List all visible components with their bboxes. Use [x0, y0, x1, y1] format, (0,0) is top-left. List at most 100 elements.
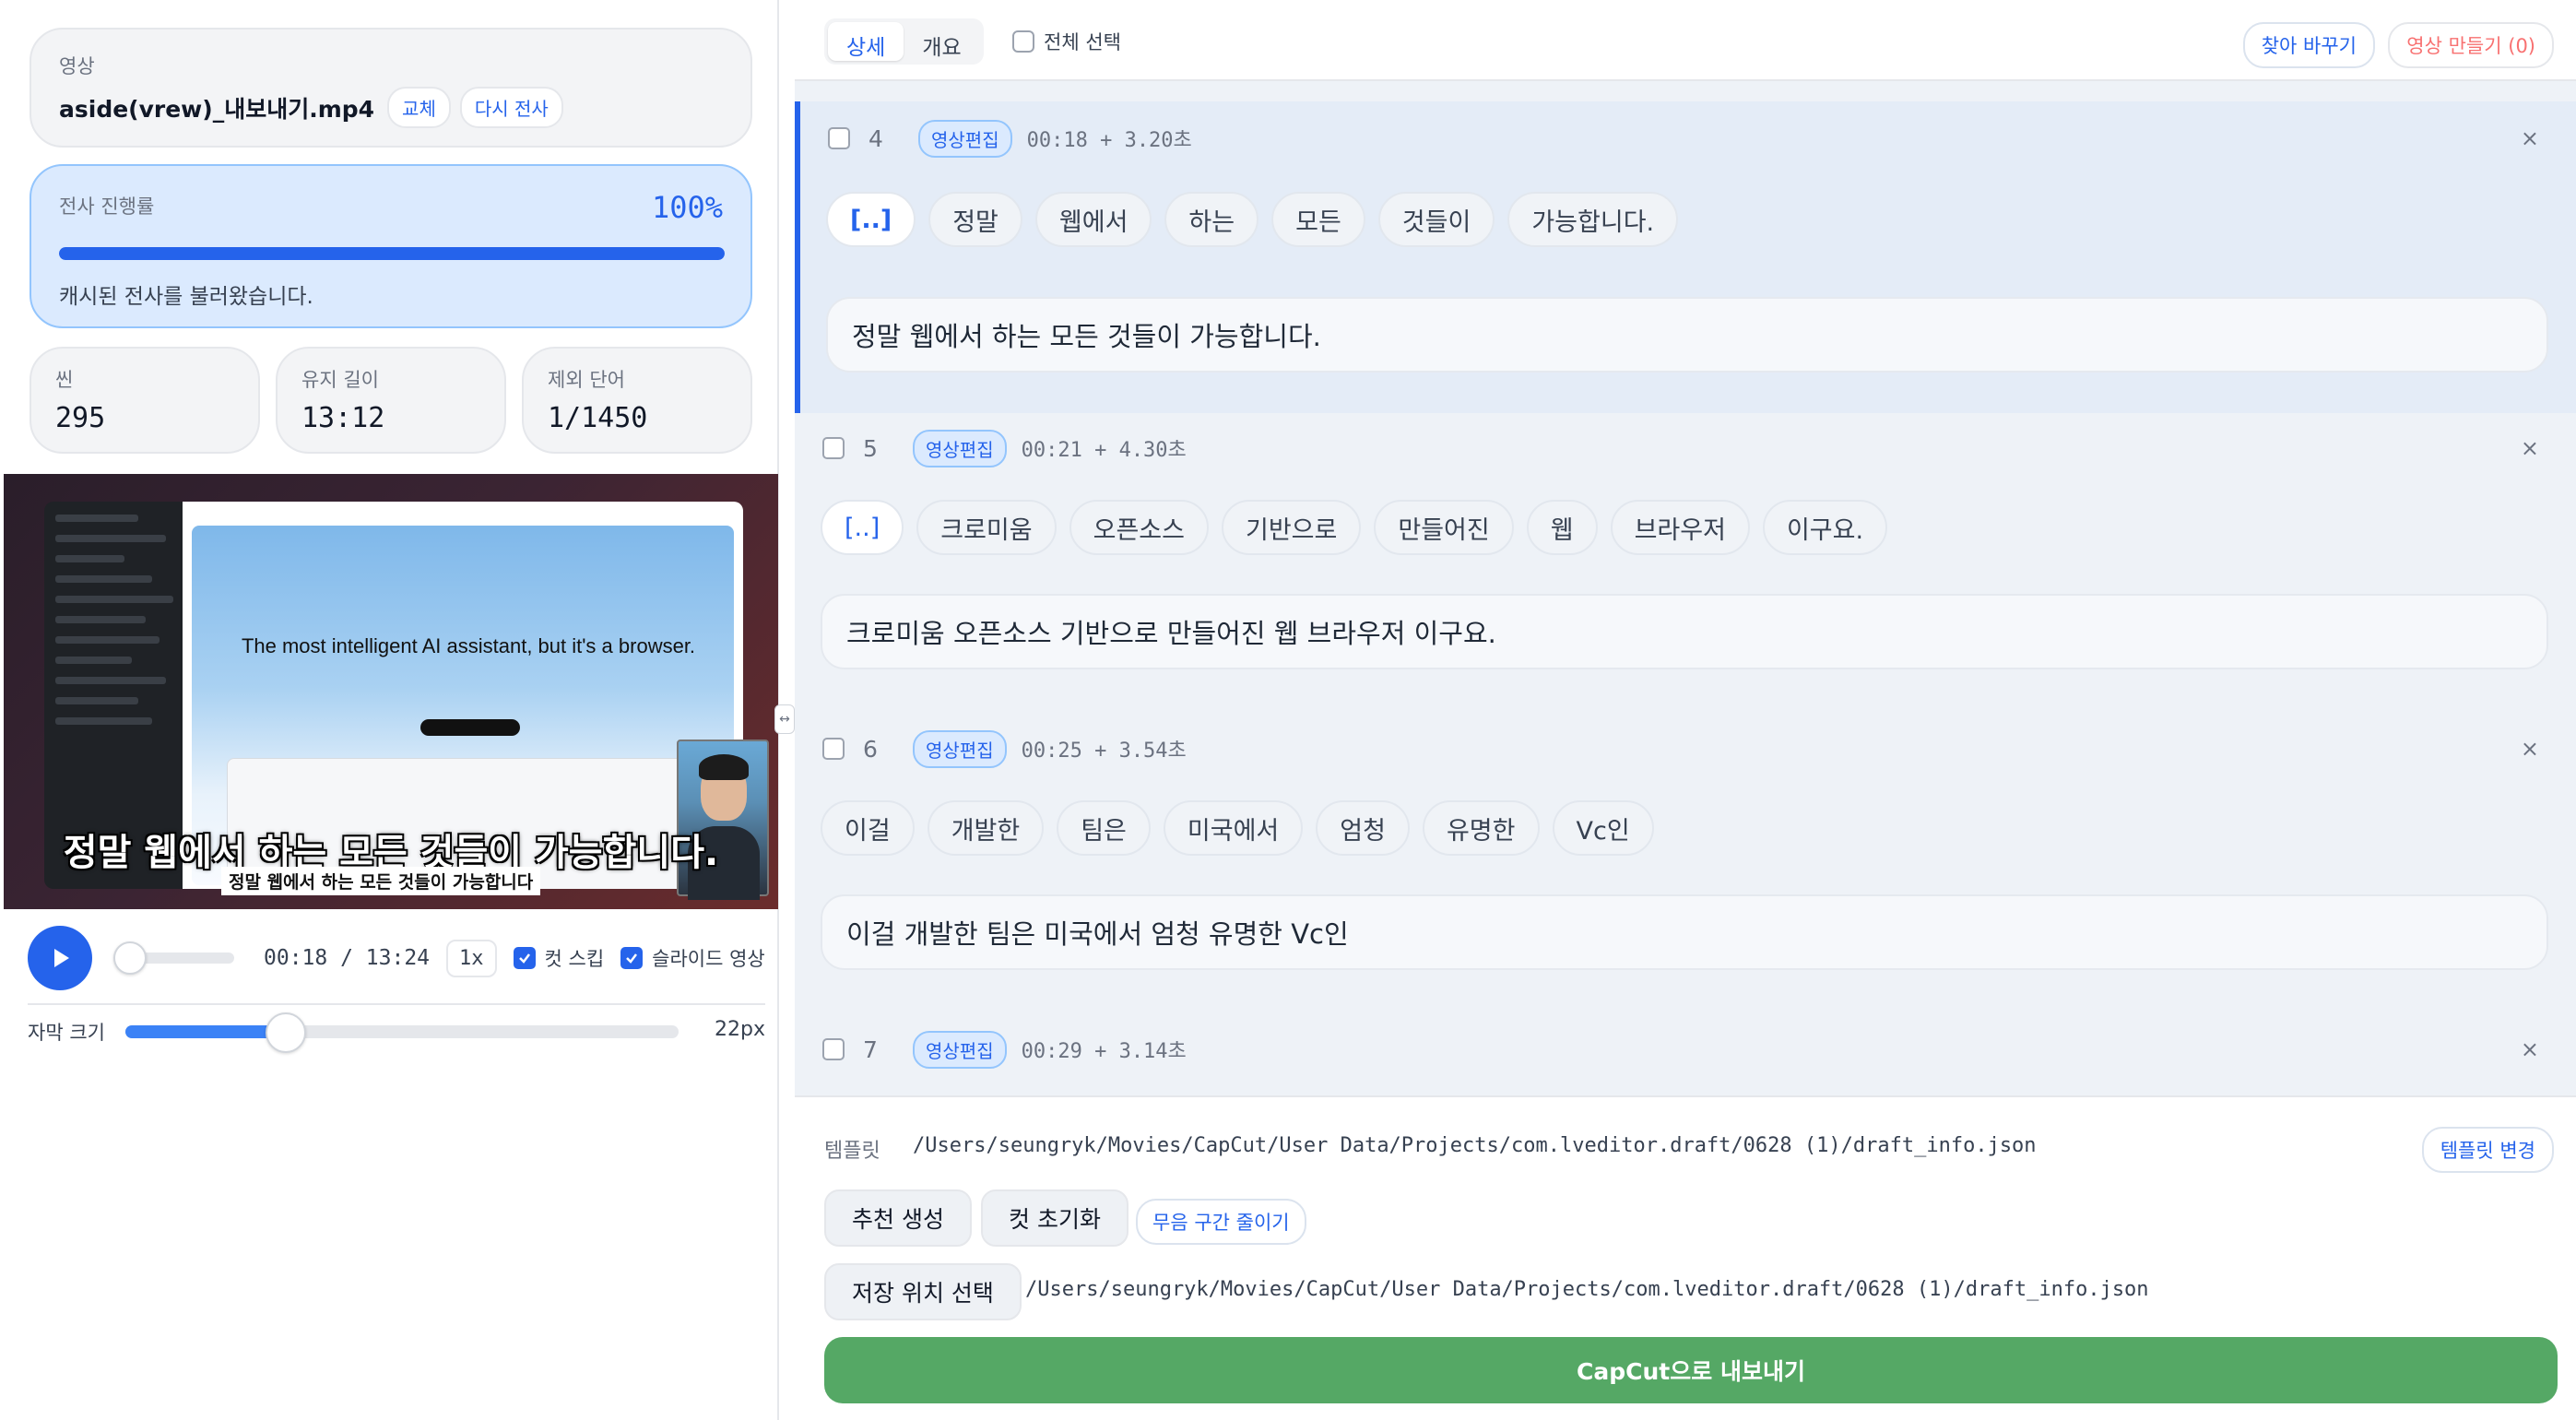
subtitle-size-label: 자막 크기 — [28, 1022, 105, 1044]
word-chip[interactable]: 웹에서 — [1034, 192, 1152, 247]
scene-header: 5 영상편집 00:21 + 4.30초 — [822, 422, 1187, 474]
scene-number: 7 — [863, 1035, 878, 1063]
scene-item[interactable]: 5 영상편집 00:21 + 4.30초 × [..] 크로미움 오픈소스 기반… — [795, 422, 2576, 708]
word-chip[interactable]: 크로미움 — [916, 500, 1057, 555]
word-chip[interactable]: 만들어진 — [1374, 500, 1514, 555]
word-chip[interactable]: 가능합니다. — [1507, 192, 1679, 247]
transcription-progress-card: 전사 진행률 100% 캐시된 전사를 불러왔습니다. — [30, 164, 752, 328]
preview-caption-small: 정말 웹에서 하는 모든 것들이 가능합니다 — [221, 867, 541, 895]
scene-item[interactable]: 4 영상편집 00:18 + 3.20초 × [..] 정말 웹에서 하는 모든… — [795, 101, 2576, 413]
scene-select-checkbox[interactable] — [828, 127, 850, 149]
video-filename: aside(vrew)_내보내기.mp4 — [59, 95, 375, 123]
stat-kept-length-value: 13:12 — [301, 402, 385, 434]
tab-detail[interactable]: 상세 — [828, 22, 904, 61]
video-preview[interactable]: The most intelligent AI assistant, but i… — [4, 474, 778, 909]
scene-select-checkbox[interactable] — [822, 738, 845, 760]
playback-speed-button[interactable]: 1x — [446, 939, 497, 977]
export-to-capcut-button[interactable]: CapCut으로 내보내기 — [824, 1337, 2558, 1403]
word-chip-gap[interactable]: [..] — [821, 500, 904, 555]
stat-excluded-words-label: 제외 단어 — [548, 369, 625, 391]
panel-resize-handle[interactable]: ↔ — [774, 704, 795, 734]
scene-list: 4 영상편집 00:18 + 3.20초 × [..] 정말 웹에서 하는 모든… — [795, 81, 2576, 1095]
scene-sentence-field[interactable]: 크로미움 오픈소스 기반으로 만들어진 웹 브라우저 이구요. — [821, 594, 2548, 669]
left-panel: 영상 aside(vrew)_내보내기.mp4 교체 다시 전사 전사 진행률 … — [0, 0, 779, 1420]
progress-percent: 100% — [651, 190, 723, 225]
shrink-silence-button[interactable]: 무음 구간 줄이기 — [1136, 1199, 1306, 1245]
subtitle-size-slider[interactable] — [125, 1012, 679, 1053]
scene-word-chips: [..] 크로미움 오픈소스 기반으로 만들어진 웹 브라우저 이구요. — [821, 500, 1888, 555]
select-all-toggle[interactable]: 전체 선택 — [1012, 28, 1121, 55]
word-chip[interactable]: 오픈소스 — [1069, 500, 1209, 555]
scene-select-checkbox[interactable] — [822, 1038, 845, 1060]
remove-scene-close-icon[interactable]: × — [2521, 125, 2539, 151]
scene-word-chips: [..] 정말 웹에서 하는 모든 것들이 가능합니다. — [826, 192, 1679, 247]
word-chip[interactable]: 것들이 — [1377, 192, 1495, 247]
replace-video-button[interactable]: 교체 — [387, 87, 451, 128]
scene-number: 6 — [863, 735, 878, 763]
word-chip[interactable]: 이구요. — [1762, 500, 1888, 555]
stat-scenes-label: 씬 — [55, 369, 74, 391]
choose-save-location-button[interactable]: 저장 위치 선택 — [824, 1263, 1022, 1320]
find-replace-button[interactable]: 찾아 바꾸기 — [2242, 22, 2375, 68]
subtitle-size-slider-fill — [125, 1025, 286, 1038]
change-template-button[interactable]: 템플릿 변경 — [2421, 1127, 2554, 1173]
cut-skip-label: 컷 스킵 — [544, 948, 605, 970]
subtitle-size-row: 자막 크기 22px — [28, 1003, 765, 1055]
word-chip[interactable]: 기반으로 — [1221, 500, 1362, 555]
word-chip[interactable]: 개발한 — [927, 800, 1045, 856]
stat-kept-length-label: 유지 길이 — [301, 369, 379, 391]
slide-video-toggle[interactable]: 슬라이드 영상 — [620, 944, 765, 972]
cut-skip-toggle[interactable]: 컷 스킵 — [513, 944, 605, 972]
remove-scene-close-icon[interactable]: × — [2521, 736, 2539, 762]
retranscribe-button[interactable]: 다시 전사 — [459, 87, 563, 128]
remove-scene-close-icon[interactable]: × — [2521, 1036, 2539, 1062]
scene-tag[interactable]: 영상편집 — [913, 1030, 1007, 1069]
word-chip[interactable]: 모든 — [1271, 192, 1365, 247]
scene-sentence-field[interactable]: 정말 웹에서 하는 모든 것들이 가능합니다. — [826, 297, 2548, 373]
word-chip-gap[interactable]: [..] — [826, 192, 916, 247]
play-button[interactable] — [28, 926, 92, 990]
subtitle-size-slider-thumb[interactable] — [266, 1012, 306, 1053]
word-chip[interactable]: 이걸 — [821, 800, 915, 856]
scene-tag[interactable]: 영상편집 — [913, 729, 1007, 768]
preview-headline: The most intelligent AI assistant, but i… — [241, 634, 696, 657]
word-chip[interactable]: 정말 — [928, 192, 1022, 247]
scene-timestamp: 00:21 + 4.30초 — [1021, 439, 1187, 462]
scene-number: 5 — [863, 434, 878, 462]
seek-slider[interactable] — [113, 941, 234, 975]
scene-item[interactable]: 6 영상편집 00:25 + 3.54초 × 이걸 개발한 팀은 미국에서 엄청… — [795, 723, 2576, 1009]
word-chip[interactable]: 웹 — [1526, 500, 1598, 555]
word-chip[interactable]: 엄청 — [1316, 800, 1410, 856]
reset-cuts-button[interactable]: 컷 초기화 — [981, 1189, 1128, 1247]
scene-select-checkbox[interactable] — [822, 437, 845, 459]
generate-recommendation-button[interactable]: 추천 생성 — [824, 1189, 972, 1247]
word-chip[interactable]: 브라우저 — [1610, 500, 1750, 555]
stat-kept-length-card: 유지 길이 13:12 — [276, 347, 506, 454]
word-chip[interactable]: 미국에서 — [1163, 800, 1304, 856]
template-label: 템플릿 — [824, 1140, 880, 1163]
scene-tag[interactable]: 영상편집 — [918, 119, 1012, 158]
word-chip[interactable]: 하는 — [1164, 192, 1259, 247]
scene-tag[interactable]: 영상편집 — [913, 429, 1007, 467]
slide-video-checkbox[interactable] — [620, 947, 644, 969]
view-mode-toggle: 상세 개요 — [824, 18, 984, 65]
word-chip[interactable]: Vc인 — [1552, 800, 1654, 856]
seek-slider-thumb[interactable] — [113, 941, 147, 975]
scene-timestamp: 00:18 + 3.20초 — [1026, 129, 1192, 152]
stat-excluded-words-card: 제외 단어 1/1450 — [522, 347, 752, 454]
scene-header: 7 영상편집 00:29 + 3.14초 — [822, 1024, 1187, 1075]
remove-scene-close-icon[interactable]: × — [2521, 435, 2539, 461]
cut-skip-checkbox[interactable] — [513, 947, 536, 969]
scene-item[interactable]: 7 영상편집 00:29 + 3.14초 × — [795, 1024, 2576, 1095]
word-chip[interactable]: 유명한 — [1422, 800, 1540, 856]
make-video-button[interactable]: 영상 만들기 (0) — [2388, 22, 2554, 68]
word-chip[interactable]: 팀은 — [1057, 800, 1151, 856]
scene-sentence-field[interactable]: 이걸 개발한 팀은 미국에서 엄청 유명한 Vc인 — [821, 894, 2548, 970]
tab-overview[interactable]: 개요 — [904, 22, 979, 61]
stat-excluded-words-value: 1/1450 — [548, 402, 648, 434]
slide-video-label: 슬라이드 영상 — [652, 948, 765, 970]
right-panel: 상세 개요 전체 선택 찾아 바꾸기 영상 만들기 (0) 4 영상편집 00:… — [795, 0, 2576, 1420]
checkmark-icon — [518, 953, 530, 964]
select-all-checkbox[interactable] — [1012, 30, 1034, 53]
video-source-row: aside(vrew)_내보내기.mp4 교체 다시 전사 — [59, 87, 563, 128]
